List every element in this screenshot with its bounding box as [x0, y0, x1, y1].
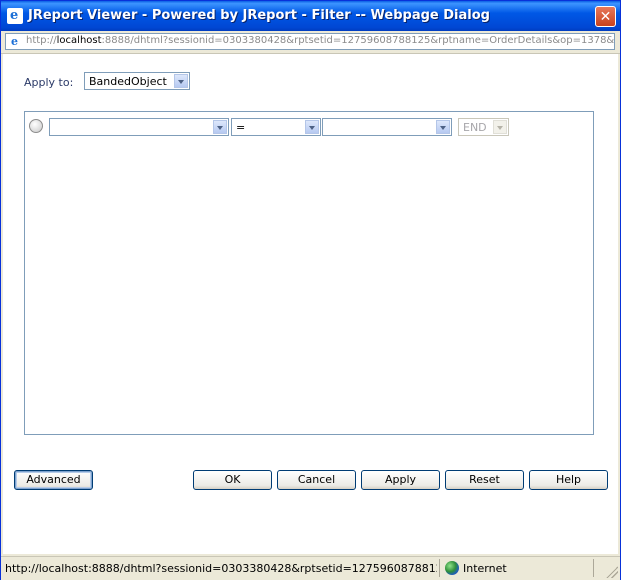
help-button[interactable]: Help	[529, 470, 608, 490]
reset-button[interactable]: Reset	[445, 470, 524, 490]
window-title: JReport Viewer - Powered by JReport - Fi…	[28, 8, 490, 23]
address-bar: e http://localhost:8888/dhtml?sessionid=…	[1, 31, 620, 54]
security-zone-label: Internet	[463, 562, 507, 575]
chevron-down-icon	[436, 120, 450, 134]
apply-button[interactable]: Apply	[361, 470, 440, 490]
chevron-down-icon	[213, 120, 227, 134]
chevron-down-icon	[493, 120, 507, 134]
button-bar: Advanced OK Cancel Apply Reset Help	[3, 461, 618, 501]
end-select: END	[458, 118, 509, 136]
status-bar: http://localhost:8888/dhtml?sessionid=03…	[1, 556, 620, 580]
advanced-button[interactable]: Advanced	[14, 470, 93, 490]
resize-grip-icon[interactable]	[606, 566, 618, 578]
ok-button[interactable]: OK	[193, 470, 272, 490]
globe-icon	[445, 561, 459, 575]
ie-icon: e	[7, 8, 23, 24]
status-url: http://localhost:8888/dhtml?sessionid=03…	[5, 562, 437, 575]
field-select[interactable]	[49, 118, 229, 136]
address-url: http://localhost:8888/dhtml?sessionid=03…	[26, 35, 615, 46]
page-icon: e	[11, 35, 18, 48]
apply-to-label: Apply to:	[24, 76, 74, 89]
cancel-button[interactable]: Cancel	[277, 470, 356, 490]
status-divider	[593, 559, 594, 577]
filter-conditions-panel: = END	[24, 111, 594, 435]
chevron-down-icon	[305, 120, 319, 134]
close-button[interactable]: ✕	[595, 6, 616, 27]
value-select[interactable]	[322, 118, 452, 136]
operator-select[interactable]: =	[231, 118, 321, 136]
title-bar[interactable]: e JReport Viewer - Powered by JReport - …	[1, 1, 620, 31]
address-field[interactable]: e http://localhost:8888/dhtml?sessionid=…	[5, 33, 615, 50]
chevron-down-icon	[174, 74, 188, 88]
status-divider	[439, 559, 440, 577]
apply-to-select[interactable]: BandedObject	[84, 72, 190, 90]
dialog-window: e JReport Viewer - Powered by JReport - …	[0, 0, 621, 580]
remove-condition-button[interactable]	[29, 119, 43, 133]
